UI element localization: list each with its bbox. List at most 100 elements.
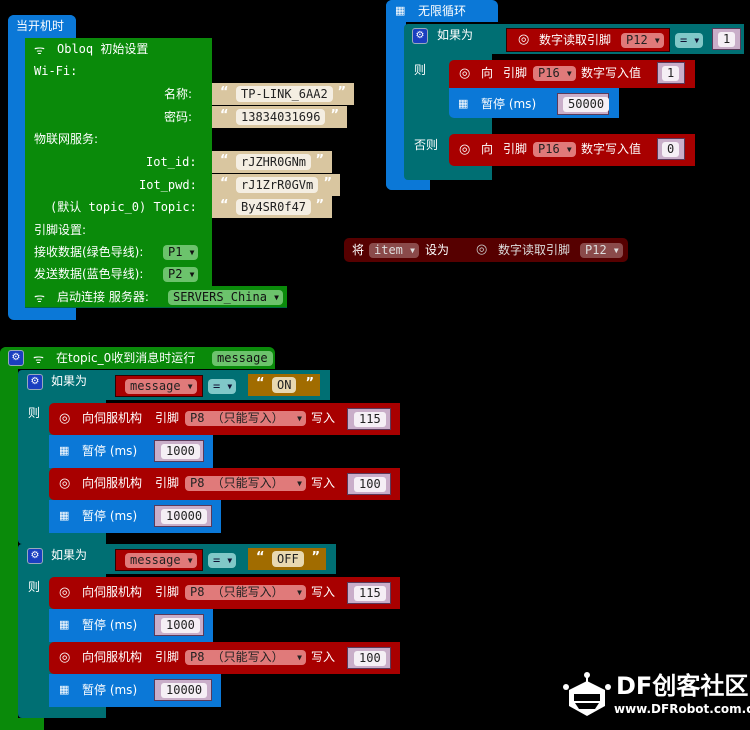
rx-label: 接收数据(绿色导线):: [34, 245, 144, 259]
servo-label: 向伺服机构: [82, 585, 143, 599]
password-input[interactable]: 13834031696: [236, 109, 326, 125]
server-value: SERVERS_China: [173, 290, 267, 304]
pin-target-icon: ◎: [459, 142, 471, 157]
pause-number-block[interactable]: 1000: [154, 614, 204, 636]
else-pin-dropdown[interactable]: P16 ▼: [533, 142, 576, 157]
digital-write-label: 数字写入值: [581, 142, 642, 156]
pause-number-input[interactable]: 10000: [161, 683, 208, 698]
servo-angle-input[interactable]: 115: [354, 412, 386, 427]
servo-label: 向伺服机构: [82, 411, 143, 425]
tx-pin-dropdown[interactable]: P2 ▼: [163, 267, 199, 282]
server-dropdown[interactable]: SERVERS_China ▼: [168, 290, 283, 305]
gear-icon[interactable]: ⚙: [27, 548, 43, 564]
write-number-input[interactable]: 1: [662, 66, 680, 81]
write-to-label: 向: [481, 66, 494, 80]
pause-number-block[interactable]: 1000: [154, 440, 204, 462]
rx-pin-dropdown[interactable]: P1 ▼: [163, 245, 199, 260]
servo-pin-dropdown[interactable]: P8 （只能写入） ▼: [185, 650, 306, 665]
dropdown-arrow-icon: ▼: [227, 382, 233, 391]
pause-number-block[interactable]: 50000: [557, 93, 610, 115]
grid-icon: ▦: [59, 683, 70, 696]
digital-read-label: 数字读取引脚: [498, 243, 571, 257]
gear-icon[interactable]: ⚙: [27, 374, 43, 390]
pin-label: 引脚: [155, 650, 180, 664]
iot-pwd-input[interactable]: rJ1ZrR0GVm: [236, 177, 319, 193]
iot-id-string-block[interactable]: “ rJZHR0GNm ”: [212, 151, 332, 173]
topic-input[interactable]: By4SR0f47: [236, 199, 312, 215]
pin-target-icon: ◎: [59, 411, 71, 426]
cond-pin-dropdown[interactable]: P12 ▼: [621, 33, 664, 48]
write-pin-dropdown[interactable]: P16 ▼: [533, 66, 576, 81]
servo-number-block[interactable]: 100: [347, 473, 391, 495]
on-string-input[interactable]: ON: [272, 377, 297, 393]
dropdown-arrow-icon: ▼: [410, 246, 415, 255]
servo-pin-value: P8 （只能写入）: [190, 476, 284, 490]
iot-id-input[interactable]: rJZHR0GNm: [236, 154, 312, 170]
read-pin-dropdown[interactable]: P12 ▼: [580, 243, 623, 258]
pause-label: 暂停 (ms): [82, 683, 138, 697]
servo-number-block[interactable]: 115: [347, 582, 391, 604]
topic-string-block[interactable]: “ By4SR0f47 ”: [212, 196, 332, 218]
pause-number-input[interactable]: 50000: [563, 97, 610, 112]
compare-op-dropdown[interactable]: = ▼: [208, 553, 237, 568]
pause-number-input[interactable]: 10000: [161, 509, 208, 524]
message-var-dropdown[interactable]: message ▼: [125, 379, 197, 394]
grid-icon: ▦: [59, 444, 70, 457]
on-string-block[interactable]: “ ON ”: [248, 374, 320, 396]
dropdown-arrow-icon: ▼: [613, 246, 619, 255]
pause-number-input[interactable]: 1000: [161, 618, 200, 633]
then-label: 则: [28, 580, 41, 594]
write-label: 写入: [311, 585, 336, 599]
servo-angle-input[interactable]: 115: [354, 586, 386, 601]
cond-number-block[interactable]: 1: [712, 28, 741, 50]
servo-number-block[interactable]: 115: [347, 408, 391, 430]
ssid-input[interactable]: TP-LINK_6AA2: [236, 86, 333, 102]
gear-icon[interactable]: ⚙: [8, 350, 24, 366]
tx-pin-value: P2: [168, 267, 183, 281]
compare-op-value: =: [213, 379, 221, 393]
dropdown-arrow-icon: ▼: [297, 588, 302, 597]
message-param[interactable]: message: [212, 351, 273, 366]
digital-read-label: 数字读取引脚: [539, 33, 612, 47]
variable-dropdown[interactable]: item ▼: [369, 243, 419, 258]
servo-pin-dropdown[interactable]: P8 （只能写入） ▼: [185, 585, 306, 600]
password-string-block[interactable]: “ 13834031696 ”: [212, 106, 347, 128]
pause-number-block[interactable]: 10000: [154, 505, 212, 527]
iot-id-label: Iot_id:: [146, 155, 197, 169]
write-number-block[interactable]: 1: [657, 62, 685, 84]
servo-pin-dropdown[interactable]: P8 （只能写入） ▼: [185, 411, 306, 426]
write-label: 写入: [311, 650, 336, 664]
compare-op-dropdown[interactable]: = ▼: [208, 379, 237, 394]
brand-text: DF创客社区: [616, 672, 749, 700]
message-var-dropdown[interactable]: message ▼: [125, 553, 197, 568]
grid-icon: ▦: [59, 509, 70, 522]
off-string-input[interactable]: OFF: [272, 551, 304, 567]
iot-pwd-string-block[interactable]: “ rJ1ZrR0GVm ”: [212, 174, 340, 196]
iot-pwd-label: Iot_pwd:: [139, 178, 197, 192]
to-label: 设为: [425, 243, 450, 257]
else-number-input[interactable]: 0: [662, 142, 680, 157]
dropdown-arrow-icon: ▼: [297, 653, 302, 662]
grid-icon: ▦: [395, 4, 406, 17]
servo-pin-dropdown[interactable]: P8 （只能写入） ▼: [185, 476, 306, 491]
servo-number-block[interactable]: 100: [347, 647, 391, 669]
pin-label: 引脚: [155, 411, 180, 425]
brand-url: www.DFRobot.com.cn: [614, 702, 750, 716]
pause-number-input[interactable]: 1000: [161, 444, 200, 459]
rx-pin-value: P1: [168, 245, 183, 259]
cond-number-input[interactable]: 1: [718, 32, 736, 47]
servo-angle-input[interactable]: 100: [354, 477, 386, 492]
else-number-block[interactable]: 0: [657, 138, 685, 160]
pause-number-block[interactable]: 10000: [154, 679, 212, 701]
compare-op-dropdown[interactable]: = ▼: [675, 33, 704, 48]
gear-icon[interactable]: ⚙: [412, 28, 428, 44]
robot-logo-icon: [563, 672, 611, 716]
forever-label: 无限循环: [418, 4, 467, 18]
pin-target-icon: ◎: [518, 32, 530, 47]
off-string-block[interactable]: “ OFF ”: [248, 548, 326, 570]
ssid-string-block[interactable]: “ TP-LINK_6AA2 ”: [212, 83, 354, 105]
servo-angle-input[interactable]: 100: [354, 651, 386, 666]
dropdown-arrow-icon: ▼: [189, 270, 195, 279]
dropdown-arrow-icon: ▼: [566, 145, 572, 154]
set-label: 将: [352, 243, 365, 257]
